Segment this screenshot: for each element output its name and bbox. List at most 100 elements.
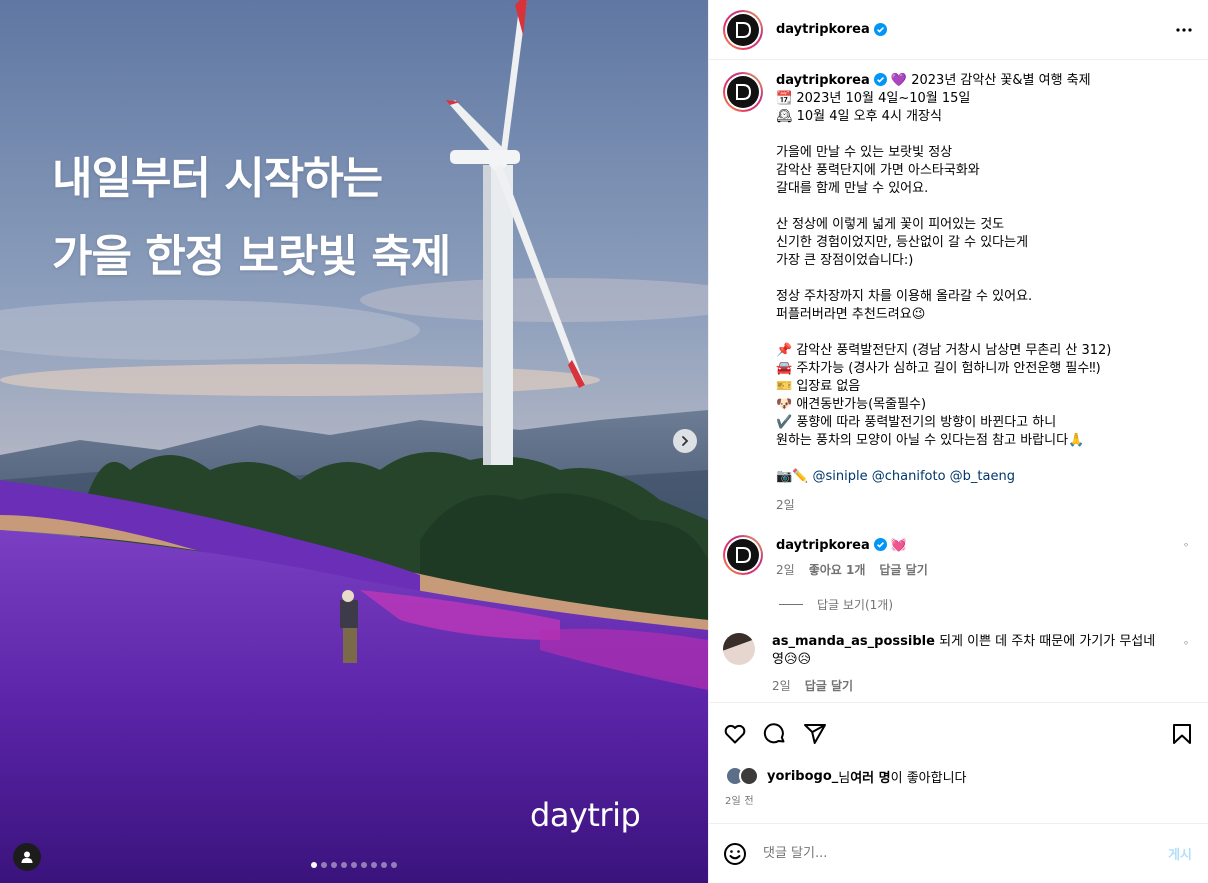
caption-line: 📌 감악산 풍력발전단지 (경남 거창시 남상면 무촌리 산 312) [776, 343, 1112, 358]
comments-section: daytripkorea 💜 2023년 감악산 꽃&별 여행 축제 📆 202… [709, 60, 1208, 702]
comment: daytripkorea 💓 2일 좋아요 1개 답글 달기 [723, 535, 1192, 578]
post-time[interactable]: 2일 전 [709, 788, 1208, 807]
photo-scene [0, 0, 708, 883]
avatar [739, 766, 759, 786]
caption-line: 🐶 애견동반가능(목줄필수) [776, 397, 927, 412]
caption-line [776, 270, 1111, 288]
caption-line: 📆 2023년 10월 4일~10월 15일 [776, 91, 971, 106]
comment-text: 되게 이쁜 데 주차 때문에 가기가 무섭네 [939, 634, 1156, 649]
caption-line [776, 198, 1111, 216]
carousel-dot [321, 862, 327, 868]
divider [779, 604, 803, 605]
caption-line: 퍼플러버라면 추천드려요😉 [776, 307, 926, 322]
post-header: daytripkorea [709, 0, 1208, 60]
emoji-icon[interactable] [723, 842, 747, 866]
avatar[interactable] [723, 535, 763, 575]
caption-line [776, 126, 1111, 144]
reply-button[interactable]: 답글 달기 [879, 561, 927, 578]
caption-line: 감악산 풍력단지에 가면 아스타국화와 [776, 163, 980, 178]
action-bar [709, 702, 1208, 764]
likes-summary[interactable]: yoribogo_ 님 여러 명이 좋아합니다 [709, 764, 1208, 788]
caption-line: 정상 주차장까지 차를 이용해 올라갈 수 있어요. [776, 289, 1033, 304]
caption-line: 가을에 만날 수 있는 보랏빛 정상 [776, 145, 953, 160]
carousel-dot [361, 862, 367, 868]
view-replies-button[interactable]: 답글 보기(1개) [779, 596, 1192, 613]
comment-likes[interactable]: 좋아요 1개 [809, 561, 866, 578]
caption: daytripkorea 💜 2023년 감악산 꽃&별 여행 축제 📆 202… [723, 72, 1192, 513]
comment-icon[interactable] [763, 722, 787, 746]
view-replies-label: 답글 보기(1개) [817, 598, 894, 612]
carousel-indicator [311, 862, 397, 868]
image-watermark: daytrip [530, 796, 641, 834]
verified-icon [873, 23, 887, 36]
add-comment-bar: 게시 [709, 823, 1208, 883]
caption-time[interactable]: 2일 [776, 496, 795, 513]
credits-mentions[interactable]: @siniple @chanifoto @b_taeng [813, 469, 1015, 484]
caption-line [776, 324, 1111, 342]
avatar[interactable] [723, 633, 755, 665]
verified-icon [873, 538, 887, 551]
comment-text: 💓 [890, 538, 908, 553]
comment-meta: 2일 좋아요 1개 답글 달기 [776, 561, 1180, 578]
heart-icon[interactable] [723, 722, 747, 746]
caption-line: 산 정상에 이렇게 넓게 꽃이 피어있는 것도 [776, 217, 1005, 232]
caption-line: 🕰 10월 4일 오후 4시 개장식 [776, 109, 942, 124]
next-image-button[interactable] [673, 429, 697, 453]
avatar[interactable] [723, 9, 763, 50]
carousel-dot [311, 862, 317, 868]
likes-others[interactable]: 여러 명 [850, 767, 890, 786]
carousel-dot [371, 862, 377, 868]
caption-line: 신기한 경험이었지만, 등산없이 갈 수 있다는게 [776, 235, 1029, 250]
comment-username[interactable]: daytripkorea [776, 538, 870, 553]
caption-line: ✔️ 풍향에 따라 풍력발전기의 방향이 바뀐다고 하니 [776, 415, 1057, 430]
daytrip-logo-icon [736, 21, 752, 38]
share-icon[interactable] [803, 722, 827, 746]
likes-tail: 이 좋아합니다 [890, 770, 967, 786]
comment-username[interactable]: as_manda_as_possible [772, 634, 935, 649]
caption-line: 가장 큰 장점이었습니다:) [776, 253, 914, 268]
caption-line [776, 450, 1111, 468]
chevron-right-icon [682, 436, 689, 446]
comment: as_manda_as_possible 되게 이쁜 데 주차 때문에 가기가 … [723, 633, 1192, 694]
carousel-dot [341, 862, 347, 868]
comment-input[interactable] [763, 846, 1169, 861]
credit-icons: 📷✏️ [776, 469, 809, 484]
image-title-line-2: 가을 한정 보랏빛 축제 [52, 231, 451, 282]
carousel-dot [381, 862, 387, 868]
image-title-line-1: 내일부터 시작하는 [52, 153, 383, 204]
comment-time[interactable]: 2일 [772, 677, 791, 694]
caption-credits-line: 📷✏️ @siniple @chanifoto @b_taeng [776, 468, 1111, 486]
post-panel: daytripkorea daytripkorea 💜 2023년 감악산 꽃&… [708, 0, 1208, 883]
caption-meta: 2일 [776, 496, 1111, 513]
comment-meta: 2일 답글 달기 [772, 677, 1180, 694]
daytrip-logo-icon [736, 84, 752, 100]
bookmark-icon[interactable] [1170, 722, 1194, 746]
more-icon[interactable] [1176, 27, 1192, 32]
carousel-dot [331, 862, 337, 868]
likes-mid: 님 [838, 770, 851, 786]
header-username[interactable]: daytripkorea [776, 22, 870, 37]
comment-text-continued: 영😥😥 [772, 652, 812, 667]
post-comment-button[interactable]: 게시 [1168, 844, 1192, 863]
image-overlay-title: 내일부터 시작하는 가을 한정 보랏빛 축제 [52, 140, 451, 296]
heart-icon[interactable] [1180, 633, 1192, 645]
caption-username[interactable]: daytripkorea [776, 73, 870, 88]
carousel-dot [391, 862, 397, 868]
heart-icon[interactable] [1180, 535, 1192, 547]
caption-line: 원하는 풍차의 모양이 아닐 수 있다는점 참고 바랍니다🙏 [776, 433, 1085, 448]
caption-line: 갈대를 함께 만날 수 있어요. [776, 181, 929, 196]
liker-avatars [725, 766, 759, 786]
reply-button[interactable]: 답글 달기 [805, 677, 853, 694]
user-tag-button[interactable] [13, 843, 41, 871]
carousel-dot [351, 862, 357, 868]
comment-time[interactable]: 2일 [776, 561, 795, 578]
daytrip-logo-icon [736, 547, 752, 563]
user-tag-icon [21, 851, 33, 863]
avatar[interactable] [723, 72, 763, 112]
post-image[interactable]: 내일부터 시작하는 가을 한정 보랏빛 축제 daytrip [0, 0, 708, 883]
verified-icon [873, 73, 887, 86]
caption-line: 🚘 주차가능 (경사가 심하고 길이 험하니까 안전운행 필수‼) [776, 361, 1101, 376]
liker-username[interactable]: yoribogo_ [767, 769, 838, 784]
caption-text: daytripkorea 💜 2023년 감악산 꽃&별 여행 축제 📆 202… [776, 72, 1111, 486]
caption-line: 🎫 입장료 없음 [776, 379, 861, 394]
